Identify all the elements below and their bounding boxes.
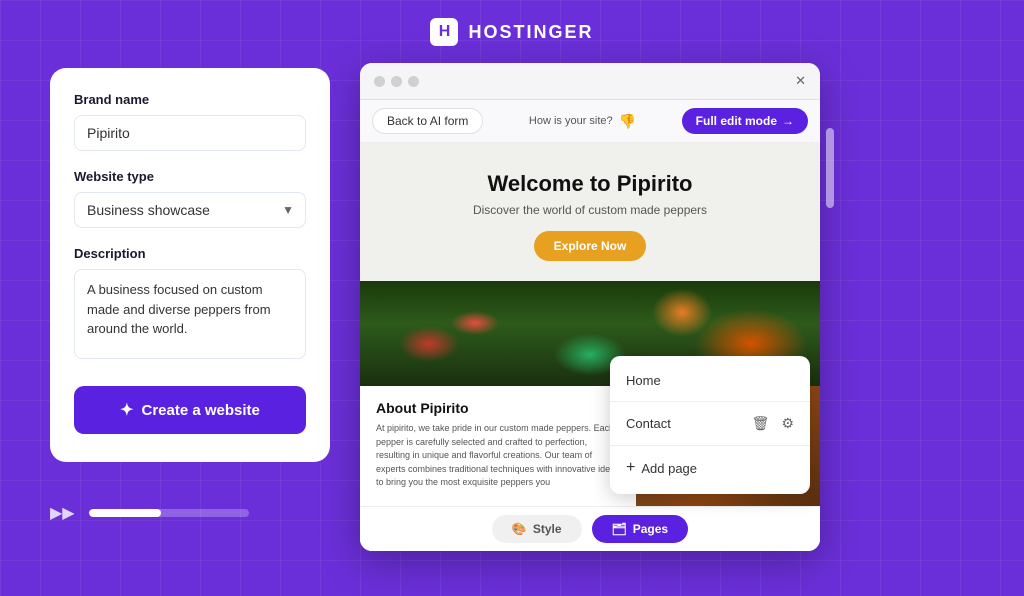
create-btn-label: Create a website (142, 402, 260, 419)
main-content: Brand name Website type Business showcas… (0, 58, 1024, 551)
feedback-area: How is your site? 👎 (493, 113, 671, 130)
site-about-area: About Pipirito At pipirito, we take prid… (360, 386, 820, 506)
context-menu-icons: 🗑 ⚙ (752, 415, 794, 432)
contact-label: Contact (626, 416, 671, 431)
gear-icon[interactable]: ⚙ (781, 415, 794, 432)
logo-icon: H (430, 18, 458, 46)
create-website-button[interactable]: ✦ Create a website (74, 386, 306, 434)
header: H HOSTINGER (0, 0, 1024, 58)
site-content: Welcome to Pipirito Discover the world o… (360, 143, 820, 551)
thumbs-down-icon[interactable]: 👎 (619, 113, 636, 130)
description-section: Description A business focused on custom… (74, 246, 306, 364)
pages-tab-icon: 🗂 (612, 522, 627, 536)
brand-label: Brand name (74, 92, 306, 107)
context-menu-home[interactable]: Home (610, 364, 810, 397)
website-type-label: Website type (74, 169, 306, 184)
brand-name: HOSTINGER (468, 22, 593, 43)
brand-input[interactable] (74, 115, 306, 151)
context-menu: Home Contact 🗑 ⚙ (610, 356, 810, 494)
description-label: Description (74, 246, 306, 261)
menu-divider (610, 401, 810, 402)
full-edit-label: Full edit mode (696, 114, 777, 128)
add-page-item[interactable]: + Add page (610, 450, 810, 486)
website-type-select[interactable]: Business showcase Portfolio Blog E-comme… (74, 192, 306, 228)
home-label: Home (626, 373, 661, 388)
add-page-label: Add page (641, 461, 697, 476)
pages-tab-label: Pages (633, 522, 668, 536)
full-edit-button[interactable]: Full edit mode → (682, 108, 808, 134)
description-textarea[interactable]: A business focused on custom made and di… (74, 269, 306, 359)
arrow-right-icon: → (782, 114, 794, 128)
dot-3 (408, 76, 419, 87)
browser-scrollbar[interactable] (826, 128, 834, 208)
pages-tab[interactable]: 🗂 Pages (592, 515, 689, 543)
dot-2 (391, 76, 402, 87)
progress-bar-fill (89, 509, 161, 517)
style-tab-icon: 🎨 (512, 522, 527, 536)
style-tab[interactable]: 🎨 Style (492, 515, 582, 543)
back-to-ai-button[interactable]: Back to AI form (372, 108, 483, 134)
site-subtitle: Discover the world of custom made pepper… (380, 203, 800, 217)
bottom-tabs: 🎨 Style 🗂 Pages (360, 506, 820, 551)
plus-icon: + (626, 459, 635, 477)
progress-bar-track (89, 509, 249, 517)
context-menu-contact[interactable]: Contact 🗑 ⚙ (610, 406, 810, 441)
nav-arrows[interactable]: ▶▶ (50, 503, 75, 523)
sparkle-icon: ✦ (120, 400, 133, 420)
site-about-text: About Pipirito At pipirito, we take prid… (360, 386, 636, 506)
close-icon[interactable]: ✕ (795, 73, 806, 89)
site-hero: Welcome to Pipirito Discover the world o… (360, 143, 820, 281)
menu-divider-2 (610, 445, 810, 446)
browser-titlebar: ✕ (360, 63, 820, 100)
trash-icon[interactable]: 🗑 (752, 415, 770, 432)
left-panel: Brand name Website type Business showcas… (50, 68, 330, 462)
site-title: Welcome to Pipirito (380, 171, 800, 197)
browser-dots (374, 76, 419, 87)
feedback-text: How is your site? (529, 115, 613, 127)
about-title: About Pipirito (376, 400, 620, 416)
explore-now-button[interactable]: Explore Now (534, 231, 647, 261)
browser-toolbar: Back to AI form How is your site? 👎 Full… (360, 100, 820, 143)
about-body: At pipirito, we take pride in our custom… (376, 422, 620, 490)
prev-arrow-icon[interactable]: ▶▶ (50, 503, 75, 523)
style-tab-label: Style (533, 522, 562, 536)
website-type-wrapper: Business showcase Portfolio Blog E-comme… (74, 192, 306, 228)
dot-1 (374, 76, 385, 87)
website-type-section: Website type Business showcase Portfolio… (74, 169, 306, 228)
browser-window: ✕ Back to AI form How is your site? 👎 Fu… (360, 63, 820, 551)
